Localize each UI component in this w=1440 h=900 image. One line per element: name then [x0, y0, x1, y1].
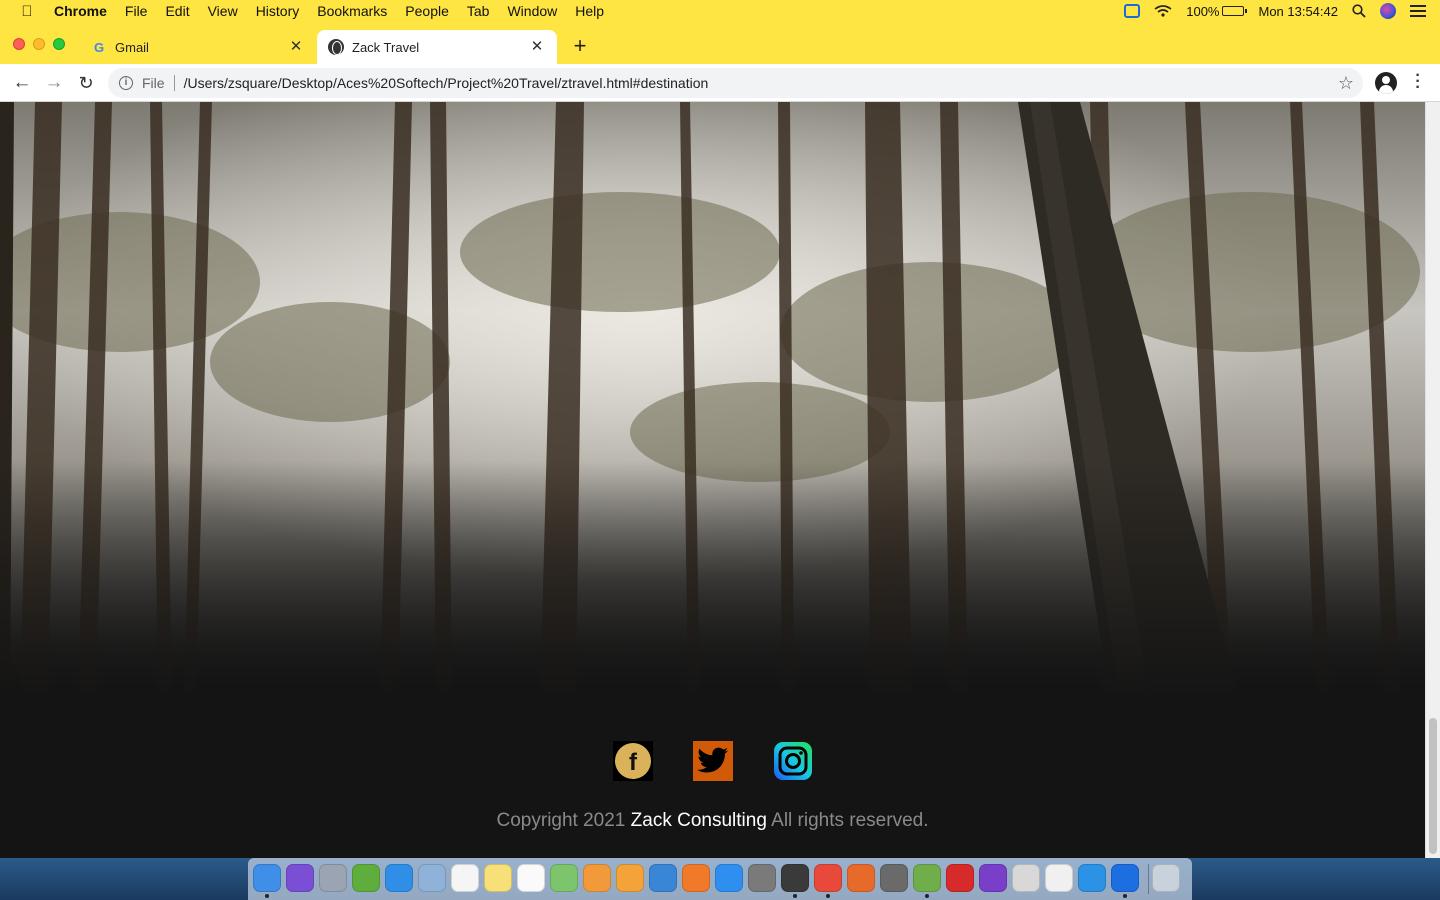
chrome-icon[interactable] — [814, 864, 842, 892]
dock-running-indicator — [925, 894, 929, 898]
dock-running-indicator — [793, 894, 797, 898]
tab-title: Gmail — [115, 39, 149, 55]
menu-window[interactable]: Window — [507, 3, 557, 19]
copyright-prefix: Copyright 2021 — [496, 810, 626, 831]
battery-icon — [1222, 6, 1248, 16]
more-menu-icon[interactable]: · · · — [1414, 68, 1422, 96]
menu-bookmarks[interactable]: Bookmarks — [317, 3, 387, 19]
app-store-icon[interactable] — [715, 864, 743, 892]
url-scheme: File — [142, 75, 165, 91]
teamviewer-icon[interactable] — [1111, 864, 1139, 892]
menu-history[interactable]: History — [256, 3, 300, 19]
zoom-window-button[interactable] — [53, 38, 65, 50]
address-bar[interactable]: i File /Users/zsquare/Desktop/Aces%20Sof… — [108, 68, 1363, 98]
pages-icon[interactable] — [616, 864, 644, 892]
page-viewport: f Copyright 2021 Zack Consulting All rig… — [0, 102, 1425, 858]
tab-title: Zack Travel — [352, 39, 420, 55]
scrollbar-thumb[interactable] — [1429, 718, 1437, 854]
menu-people[interactable]: People — [405, 3, 449, 19]
archive-icon[interactable] — [1012, 864, 1040, 892]
facebook-icon: f — [615, 743, 651, 779]
github-desktop-icon[interactable] — [979, 864, 1007, 892]
siri-icon[interactable] — [1380, 3, 1396, 19]
copyright-text: Copyright 2021 Zack Consulting All right… — [0, 810, 1425, 832]
keynote-icon[interactable] — [649, 864, 677, 892]
tab-strip: G Gmail ✕ Zack Travel ✕ + — [0, 22, 1440, 64]
instagram-icon — [774, 742, 812, 780]
twitter-link[interactable] — [693, 741, 733, 781]
chart-icon[interactable] — [352, 864, 380, 892]
safari-icon[interactable] — [385, 864, 413, 892]
menu-edit[interactable]: Edit — [165, 3, 189, 19]
teamviewer-status-icon[interactable] — [1124, 4, 1141, 18]
acrobat-icon[interactable] — [946, 864, 974, 892]
svg-text:f: f — [629, 749, 638, 776]
notification-center-icon[interactable] — [1410, 5, 1426, 17]
close-tab-icon[interactable]: ✕ — [529, 39, 545, 55]
close-window-button[interactable] — [13, 38, 25, 50]
trash-icon[interactable] — [1152, 864, 1180, 892]
dock-running-indicator — [265, 894, 269, 898]
facebook-link[interactable]: f — [613, 741, 653, 781]
battery-percent: 100% — [1186, 3, 1220, 19]
launchpad-icon[interactable] — [319, 864, 347, 892]
spotlight-search-icon[interactable] — [1352, 4, 1366, 18]
back-button[interactable]: ← — [11, 72, 33, 94]
brand-name: Zack Consulting — [630, 810, 767, 831]
dock — [248, 858, 1192, 900]
menu-help[interactable]: Help — [575, 3, 604, 19]
notes-icon[interactable] — [484, 864, 512, 892]
copyright-suffix: All rights reserved. — [771, 810, 929, 831]
finder-icon[interactable] — [253, 864, 281, 892]
reminders-icon[interactable] — [517, 864, 545, 892]
clock[interactable]: Mon 13:54:42 — [1258, 4, 1338, 19]
apple-icon[interactable]:  — [0, 3, 54, 20]
status-area: 100% Mon 13:54:42 — [1124, 0, 1440, 22]
close-tab-icon[interactable]: ✕ — [288, 39, 304, 55]
maps-icon[interactable] — [550, 864, 578, 892]
tab-zack-travel[interactable]: Zack Travel ✕ — [317, 30, 557, 64]
forest-background-image — [0, 102, 1425, 700]
menu-tab[interactable]: Tab — [467, 3, 490, 19]
docker-icon[interactable] — [1078, 864, 1106, 892]
twitter-icon — [697, 747, 728, 773]
preview-icon[interactable] — [418, 864, 446, 892]
forward-button[interactable]: → — [43, 72, 65, 94]
battery-status[interactable]: 100% — [1186, 3, 1248, 19]
minimize-window-button[interactable] — [33, 38, 45, 50]
photos-icon[interactable] — [583, 864, 611, 892]
sublime-text-icon[interactable] — [781, 864, 809, 892]
system-preferences-icon[interactable] — [748, 864, 776, 892]
dock-divider — [1148, 864, 1149, 894]
site-footer: f Copyright 2021 Zack Consulting All rig… — [0, 700, 1425, 858]
siri-icon[interactable] — [286, 864, 314, 892]
film-icon[interactable] — [880, 864, 908, 892]
menu-app-name[interactable]: Chrome — [54, 3, 107, 19]
gmail-icon: G — [93, 39, 105, 55]
tab-gmail[interactable]: G Gmail ✕ — [80, 30, 316, 64]
bookmark-star-icon[interactable]: ☆ — [1338, 73, 1354, 94]
feather-icon[interactable] — [847, 864, 875, 892]
url-separator — [173, 75, 175, 91]
globe-icon — [328, 39, 344, 55]
new-tab-button[interactable]: + — [570, 34, 590, 58]
wifi-icon[interactable] — [1154, 5, 1172, 17]
menu-file[interactable]: File — [125, 3, 148, 19]
reload-button[interactable]: ↻ — [75, 72, 97, 94]
script-editor-icon[interactable] — [1045, 864, 1073, 892]
url-text[interactable]: /Users/zsquare/Desktop/Aces%20Softech/Pr… — [184, 75, 709, 91]
dock-running-indicator — [826, 894, 830, 898]
menu-bar:  Chrome File Edit View History Bookmark… — [0, 0, 1440, 22]
dock-running-indicator — [1123, 894, 1127, 898]
info-icon[interactable]: i — [119, 76, 133, 90]
android-studio-icon[interactable] — [913, 864, 941, 892]
page-scrollbar[interactable] — [1425, 102, 1440, 858]
calendar-icon[interactable] — [451, 864, 479, 892]
books-icon[interactable] — [682, 864, 710, 892]
profile-avatar-icon[interactable] — [1375, 72, 1397, 94]
social-links: f — [613, 741, 853, 781]
menu-view[interactable]: View — [208, 3, 238, 19]
browser-toolbar: ← → ↻ i File /Users/zsquare/Desktop/Aces… — [0, 64, 1440, 102]
instagram-link[interactable] — [773, 741, 813, 781]
